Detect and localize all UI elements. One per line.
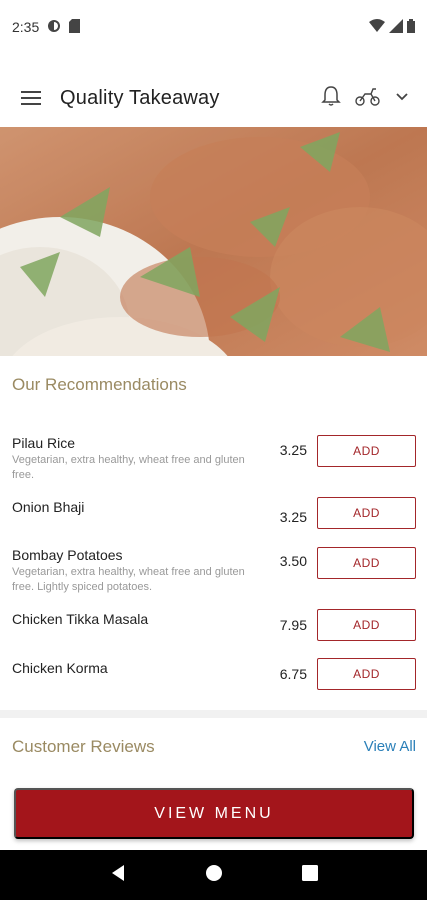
back-icon[interactable]	[110, 864, 126, 887]
item-name: Onion Bhaji	[12, 499, 85, 515]
status-bar: 2:35	[0, 0, 427, 54]
recents-icon[interactable]	[301, 864, 318, 886]
system-nav-bar	[0, 850, 427, 900]
hero-food-image	[0, 127, 427, 356]
add-button[interactable]: ADD	[317, 497, 416, 529]
sim-card-icon	[69, 18, 81, 36]
home-icon[interactable]	[205, 864, 223, 887]
recommendations-heading: Our Recommendations	[12, 375, 187, 394]
status-left: 2:35	[12, 18, 81, 36]
view-menu-button[interactable]: VIEW MENU	[14, 788, 414, 839]
delivery-scooter-icon[interactable]	[355, 86, 381, 111]
item-price: 3.25	[279, 442, 307, 458]
app-bar: Quality Takeaway	[0, 72, 427, 124]
battery-icon	[407, 18, 415, 36]
add-button[interactable]: ADD	[317, 435, 416, 467]
sync-icon	[47, 19, 61, 36]
status-time: 2:35	[12, 19, 40, 35]
item-description: Vegetarian, extra healthy, wheat free an…	[12, 454, 245, 481]
signal-icon	[389, 18, 403, 36]
item-price: 3.25	[279, 509, 307, 525]
add-button[interactable]: ADD	[317, 547, 416, 579]
item-price: 6.75	[279, 666, 307, 682]
item-price: 7.95	[279, 617, 307, 633]
item-price: 3.50	[279, 553, 307, 569]
status-right	[369, 18, 415, 36]
item-name: Bombay Potatoes	[12, 547, 123, 563]
item-name: Pilau Rice	[12, 435, 76, 451]
item-name: Chicken Tikka Masala	[12, 611, 149, 627]
add-button[interactable]: ADD	[317, 658, 416, 690]
reviews-heading: Customer Reviews	[12, 737, 155, 756]
item-description: Vegetarian, extra healthy, wheat free an…	[12, 566, 245, 593]
item-name: Chicken Korma	[12, 660, 108, 676]
menu-icon[interactable]	[18, 85, 44, 111]
chevron-down-icon[interactable]	[395, 89, 409, 107]
page-title: Quality Takeaway	[60, 86, 220, 109]
app-actions	[321, 85, 409, 112]
add-button[interactable]: ADD	[317, 609, 416, 641]
wifi-icon	[369, 18, 385, 36]
view-all-link[interactable]: View All	[364, 738, 416, 755]
bell-icon[interactable]	[321, 85, 341, 112]
section-divider	[0, 710, 427, 718]
